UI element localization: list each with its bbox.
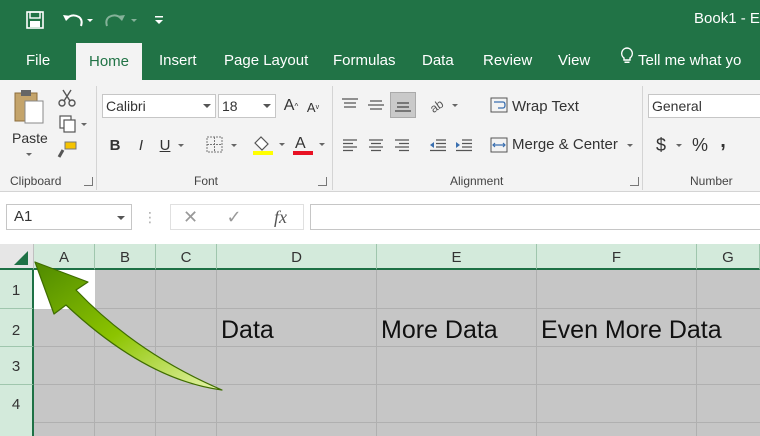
tab-home[interactable]: Home (76, 43, 143, 80)
font-color-icon[interactable]: A (290, 133, 328, 157)
formula-input[interactable] (310, 204, 760, 230)
align-right-icon[interactable] (390, 134, 414, 156)
tab-data[interactable]: Data (422, 40, 454, 80)
redo-icon[interactable] (104, 8, 140, 32)
clipboard-launcher-icon[interactable] (84, 177, 93, 186)
align-center-icon[interactable] (364, 134, 388, 156)
font-name-combo[interactable]: Calibri (102, 94, 216, 118)
increase-font-size-icon[interactable]: A ^ (282, 96, 300, 116)
decrease-font-size-icon[interactable]: Av (304, 98, 322, 116)
bottom-align-icon[interactable] (390, 92, 416, 118)
increase-indent-icon[interactable] (452, 134, 476, 156)
title-bar: Book1 - E (0, 0, 760, 40)
borders-icon[interactable] (204, 135, 240, 155)
currency-dropdown-icon[interactable] (674, 140, 684, 150)
worksheet-grid: A B C D E F G 1 2 3 4 Data More Data Eve… (0, 244, 760, 436)
font-size-combo[interactable]: 18 (218, 94, 276, 118)
copy-icon[interactable] (56, 114, 90, 134)
wrap-text-button[interactable]: Wrap Text (512, 98, 579, 115)
cut-icon[interactable] (56, 88, 78, 108)
font-launcher-icon[interactable] (318, 177, 327, 186)
group-separator (642, 86, 643, 190)
svg-text:A: A (295, 135, 306, 152)
cancel-icon[interactable]: ✕ (170, 204, 210, 230)
percent-button[interactable]: % (690, 134, 710, 156)
align-left-icon[interactable] (338, 134, 362, 156)
alignment-launcher-icon[interactable] (630, 177, 639, 186)
cell-f2[interactable]: Even More Data (541, 318, 722, 343)
tab-insert[interactable]: Insert (159, 40, 197, 80)
tab-page-layout[interactable]: Page Layout (224, 40, 308, 80)
merge-center-icon[interactable] (488, 134, 510, 156)
formula-bar: A1 ⋮ ✕ ✓ fx (0, 192, 760, 244)
decrease-indent-icon[interactable] (426, 134, 450, 156)
undo-icon[interactable] (60, 8, 96, 32)
ribbon-tabs: File Home Insert Page Layout Formulas Da… (0, 40, 760, 80)
cell-e2[interactable]: More Data (381, 318, 498, 343)
workbook-title: Book1 - E (694, 10, 760, 27)
name-box[interactable]: A1 (6, 204, 132, 230)
chevron-down-icon (203, 104, 211, 108)
top-align-icon[interactable] (338, 94, 362, 116)
chevron-down-icon (263, 104, 271, 108)
merge-center-button[interactable]: Merge & Center (512, 136, 618, 153)
clipboard-group-label: Clipboard (10, 174, 62, 188)
paste-dropdown-icon[interactable] (24, 150, 34, 158)
column-header-g[interactable]: G (697, 244, 760, 270)
chevron-down-icon (117, 216, 125, 220)
alignment-group-label: Alignment (450, 174, 504, 188)
customize-qat-icon[interactable] (152, 8, 166, 32)
merge-dropdown-icon[interactable] (624, 140, 636, 150)
tab-file[interactable]: File (26, 40, 50, 80)
insert-function-button[interactable]: fx (258, 204, 304, 230)
paste-icon[interactable] (8, 86, 50, 126)
svg-text:ab: ab (429, 96, 446, 114)
comma-button[interactable]: , (716, 130, 730, 152)
font-group-label: Font (194, 174, 219, 188)
font-size-value: 18 (222, 98, 238, 114)
fill-color-icon[interactable] (250, 133, 288, 157)
number-group-label: Number (690, 174, 733, 188)
tell-me-box[interactable]: Tell me what yo (620, 40, 741, 80)
tab-view[interactable]: View (558, 40, 590, 80)
font-name-value: Calibri (106, 98, 146, 114)
lightbulb-icon (620, 40, 634, 82)
format-painter-icon[interactable] (56, 140, 78, 160)
middle-align-icon[interactable] (364, 94, 388, 116)
save-icon[interactable] (24, 8, 46, 32)
group-separator (96, 86, 97, 190)
annotation-arrow-icon (34, 261, 223, 391)
paste-button[interactable]: Paste (12, 130, 48, 146)
ribbon-home: Paste Clipboard Calibri 18 A^ Av B I U (0, 80, 760, 192)
tab-formulas[interactable]: Formulas (333, 40, 396, 80)
underline-button[interactable]: U (156, 134, 174, 156)
orientation-icon[interactable]: ab (428, 94, 462, 116)
tell-me-text: Tell me what yo (638, 52, 742, 69)
italic-button[interactable]: I (132, 134, 150, 156)
column-header-f[interactable]: F (537, 244, 697, 270)
bold-button[interactable]: B (106, 134, 124, 156)
group-separator (332, 86, 333, 190)
underline-dropdown-icon[interactable] (176, 140, 186, 150)
number-format-combo[interactable]: General (648, 94, 760, 118)
number-format-value: General (652, 98, 702, 114)
column-header-e[interactable]: E (377, 244, 537, 270)
formula-bar-grip-icon: ⋮ (143, 208, 157, 225)
wrap-text-icon[interactable] (488, 94, 510, 116)
enter-icon[interactable]: ✓ (210, 204, 258, 230)
tab-review[interactable]: Review (483, 40, 532, 80)
currency-button[interactable]: $ (652, 134, 670, 156)
name-box-value: A1 (14, 208, 33, 225)
